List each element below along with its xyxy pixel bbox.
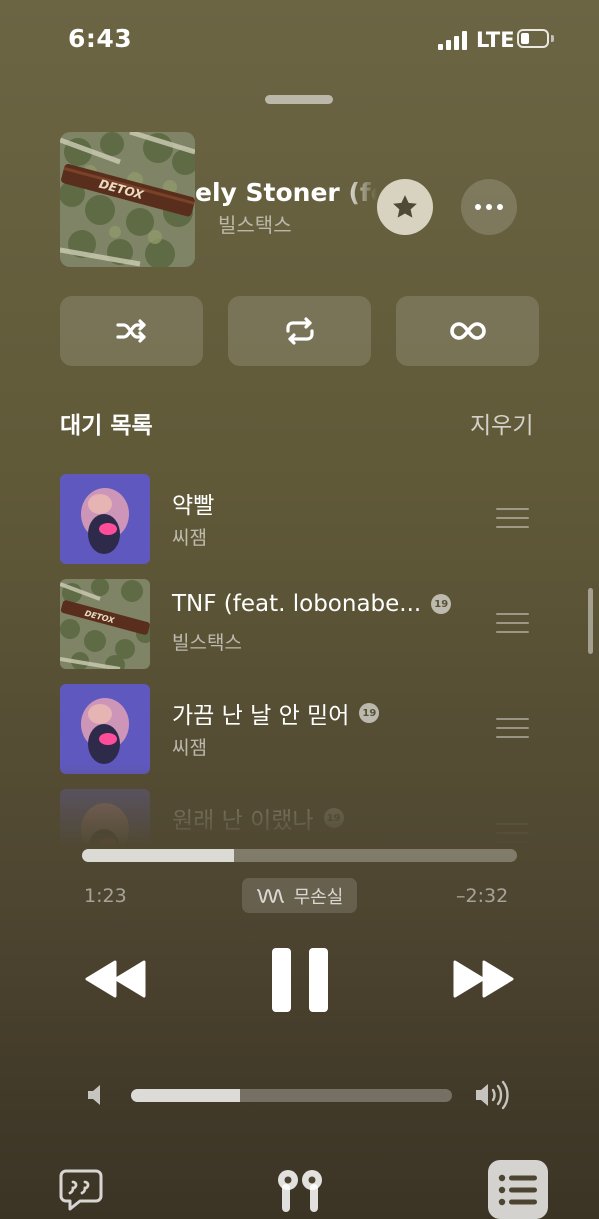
track-art [60,789,150,848]
queue-row[interactable]: 원래 난 이랬나19 씨잼 [0,785,599,848]
status-time: 6:43 [68,24,133,53]
repeat-button[interactable] [228,296,371,366]
queue-button[interactable] [488,1160,548,1219]
queue-list-icon [498,1174,537,1205]
volume-slider[interactable] [131,1089,452,1102]
autoplay-button[interactable] [396,296,539,366]
speaker-high-icon [474,1078,512,1116]
rewind-icon [85,960,146,998]
lossless-badge[interactable]: 무손실 [242,878,357,913]
favorite-button[interactable] [377,179,433,235]
fast-forward-icon [453,960,514,998]
reorder-handle[interactable] [496,718,529,738]
pause-button[interactable] [272,948,328,1012]
track-art [60,474,150,564]
lossless-wave-icon [256,888,284,903]
track-title: 약빨 [172,493,215,519]
rewind-button[interactable] [84,958,148,1000]
explicit-badge: 19 [359,703,380,723]
shuffle-icon [115,319,146,343]
airpods-icon [278,1170,322,1212]
battery-icon [517,29,549,48]
more-options-button[interactable] [461,179,517,235]
track-artist: 씨잼 [172,838,207,848]
pause-icon [272,948,291,1012]
track-art: DETOX [60,579,150,669]
reorder-handle[interactable] [496,823,529,843]
clear-queue-button[interactable]: 지우기 [470,406,533,440]
track-artist: 씨잼 [172,527,207,549]
battery-tip [551,35,554,42]
reorder-handle[interactable] [496,613,529,633]
shuffle-button[interactable] [60,296,203,366]
explicit-badge: 19 [323,808,344,828]
speaker-low-icon [86,1083,104,1111]
signal-bars-icon [438,30,468,50]
now-playing-album-art[interactable]: DETOX [60,132,195,267]
network-type: LTE [476,28,515,52]
queue-heading: 대기 목록 [60,413,153,439]
lyrics-button[interactable] [58,1168,104,1212]
sheet-grabber[interactable] [265,95,333,104]
queue-row[interactable]: 가끔 난 날 안 믿어 19 씨잼 [0,680,599,780]
track-title: 원래 난 이랬나 19 [172,801,344,835]
volume-fill [131,1089,241,1102]
ellipsis-icon [475,204,481,210]
scrollbar[interactable] [588,588,593,654]
playback-progress-fill [82,849,235,862]
track-title: TNF (feat. lobonabe... 19 [172,591,452,617]
track-artist: 빌스택스 [172,632,242,654]
lossless-label: 무손실 [293,886,344,908]
track-artist: 씨잼 [172,737,207,759]
airplay-button[interactable] [275,1168,325,1214]
now-playing-title[interactable]: ely Stoner (fea [195,178,377,207]
track-title: 가끔 난 날 안 믿어 19 [172,696,380,730]
lyrics-quote-bubble-icon [59,1169,103,1211]
reorder-handle[interactable] [496,508,529,528]
elapsed-time: 1:23 [84,885,127,907]
queue-list: 약빨 씨잼 DETOX TNF (feat. lobonabe... 19 빌스택… [0,470,599,848]
fast-forward-button[interactable] [451,958,515,1000]
infinity-icon [449,322,486,340]
playback-progress-slider[interactable] [82,849,517,862]
queue-row[interactable]: 약빨 씨잼 [0,470,599,570]
star-icon [393,195,417,218]
explicit-badge: 19 [431,594,452,614]
track-art [60,684,150,774]
remaining-time: –2:32 [456,885,509,907]
repeat-icon [285,317,314,345]
queue-row[interactable]: DETOX TNF (feat. lobonabe... 19 빌스택스 [0,575,599,675]
now-playing-artist[interactable]: 빌스택스 [218,209,292,238]
